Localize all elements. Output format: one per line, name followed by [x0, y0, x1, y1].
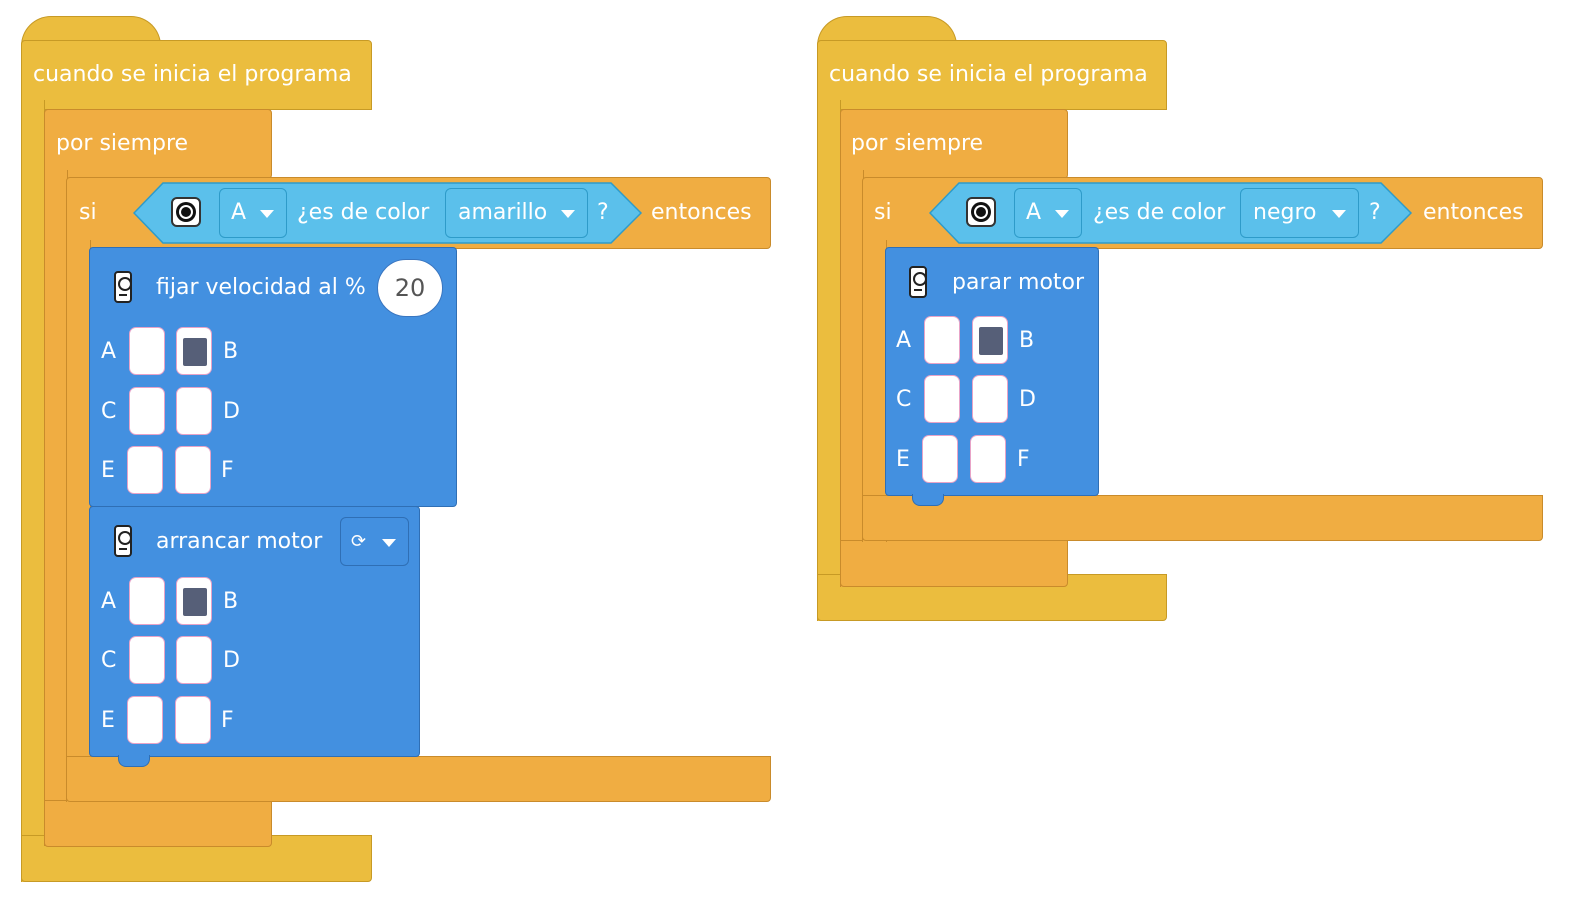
if-then-block[interactable]: [862, 177, 1543, 249]
motor-hub-icon: [909, 266, 927, 298]
question-mark: ?: [1369, 200, 1381, 225]
port-label-a: A: [101, 339, 117, 364]
question-mark: ?: [597, 200, 609, 225]
port-label-e: E: [101, 458, 115, 483]
port-d-checkbox[interactable]: [176, 387, 212, 435]
port-label-d: D: [223, 399, 240, 424]
port-label-c: C: [101, 648, 117, 673]
port-a-checkbox[interactable]: [129, 327, 165, 375]
port-b-checkbox[interactable]: [176, 577, 212, 625]
sensor-port-dropdown[interactable]: A: [219, 188, 287, 238]
color-sensor-icon: [966, 197, 996, 227]
color-value: negro: [1253, 200, 1317, 225]
chevron-down-icon: [260, 210, 274, 218]
start-motor-label: arrancar motor: [156, 529, 323, 554]
port-b-checkbox[interactable]: [972, 316, 1008, 364]
port-a-checkbox[interactable]: [129, 577, 165, 625]
set-speed-label: fijar velocidad al %: [156, 275, 366, 300]
forever-bottom-arm: [840, 540, 1068, 587]
when-program-starts-block[interactable]: [817, 40, 1167, 110]
port-f-checkbox[interactable]: [175, 446, 211, 494]
stop-motor-notch: [912, 494, 944, 506]
port-label-c: C: [101, 399, 117, 424]
if-label: si: [79, 200, 97, 225]
port-label-a: A: [101, 589, 117, 614]
motor-hub-icon: [114, 271, 132, 303]
port-a-checkbox[interactable]: [924, 316, 960, 364]
forever-bottom-arm: [44, 800, 272, 847]
if-c-arm: [862, 240, 887, 542]
stop-motor-label: parar motor: [952, 270, 1085, 295]
port-label-a: A: [896, 328, 912, 353]
port-c-checkbox[interactable]: [129, 387, 165, 435]
chevron-down-icon: [1332, 210, 1346, 218]
condition-label: ¿es de color: [1093, 200, 1226, 225]
hat-label: cuando se inicia el programa: [33, 62, 352, 87]
forever-c-arm: [44, 170, 68, 846]
script-1: cuando se inicia el programa por siempre…: [0, 0, 790, 910]
start-motor-notch: [118, 755, 150, 767]
port-label-e: E: [101, 708, 115, 733]
then-label: entonces: [651, 200, 752, 225]
forever-label: por siempre: [851, 131, 984, 156]
port-f-checkbox[interactable]: [970, 435, 1006, 483]
port-label-d: D: [223, 648, 240, 673]
if-c-arm: [66, 240, 91, 802]
rotate-clockwise-icon: ⟳: [351, 531, 367, 552]
speed-value-input[interactable]: 20: [377, 259, 443, 317]
port-label-b: B: [223, 339, 239, 364]
port-label-c: C: [896, 387, 912, 412]
motor-hub-icon: [114, 525, 132, 557]
forever-label: por siempre: [56, 131, 189, 156]
then-label: entonces: [1423, 200, 1524, 225]
port-f-checkbox[interactable]: [175, 696, 211, 744]
port-label-d: D: [1019, 387, 1036, 412]
direction-dropdown[interactable]: ⟳: [340, 517, 409, 566]
event-c-arm: [817, 100, 841, 621]
if-bottom-arm: [66, 756, 771, 802]
hat-label: cuando se inicia el programa: [829, 62, 1148, 87]
port-c-checkbox[interactable]: [129, 636, 165, 684]
port-label-e: E: [896, 447, 910, 472]
color-dropdown[interactable]: negro: [1240, 188, 1359, 238]
color-condition-block[interactable]: [929, 182, 1413, 244]
chevron-down-icon: [382, 539, 396, 547]
chevron-down-icon: [1055, 210, 1069, 218]
port-b-checkbox[interactable]: [176, 327, 212, 375]
port-c-checkbox[interactable]: [924, 375, 960, 423]
sensor-port-value: A: [1026, 200, 1042, 225]
event-c-arm: [21, 100, 45, 882]
color-dropdown[interactable]: amarillo: [445, 188, 588, 238]
port-label-f: F: [221, 708, 234, 733]
color-sensor-icon: [171, 197, 201, 227]
port-e-checkbox[interactable]: [127, 696, 163, 744]
port-d-checkbox[interactable]: [176, 636, 212, 684]
port-e-checkbox[interactable]: [922, 435, 958, 483]
sensor-port-dropdown[interactable]: A: [1014, 188, 1082, 238]
chevron-down-icon: [561, 210, 575, 218]
hat-block-top[interactable]: [817, 16, 957, 46]
port-label-b: B: [1019, 328, 1035, 353]
port-d-checkbox[interactable]: [972, 375, 1008, 423]
port-label-b: B: [223, 589, 239, 614]
sensor-port-value: A: [231, 200, 247, 225]
forever-c-arm: [840, 170, 864, 587]
port-label-f: F: [1017, 447, 1030, 472]
if-label: si: [874, 200, 892, 225]
port-label-f: F: [221, 458, 234, 483]
event-bottom-arm: [817, 574, 1167, 621]
if-bottom-arm: [862, 495, 1543, 541]
stop-motor-block[interactable]: [885, 247, 1099, 496]
forever-loop-block[interactable]: [840, 109, 1068, 179]
color-value: amarillo: [458, 200, 548, 225]
condition-label: ¿es de color: [297, 200, 430, 225]
port-e-checkbox[interactable]: [127, 446, 163, 494]
